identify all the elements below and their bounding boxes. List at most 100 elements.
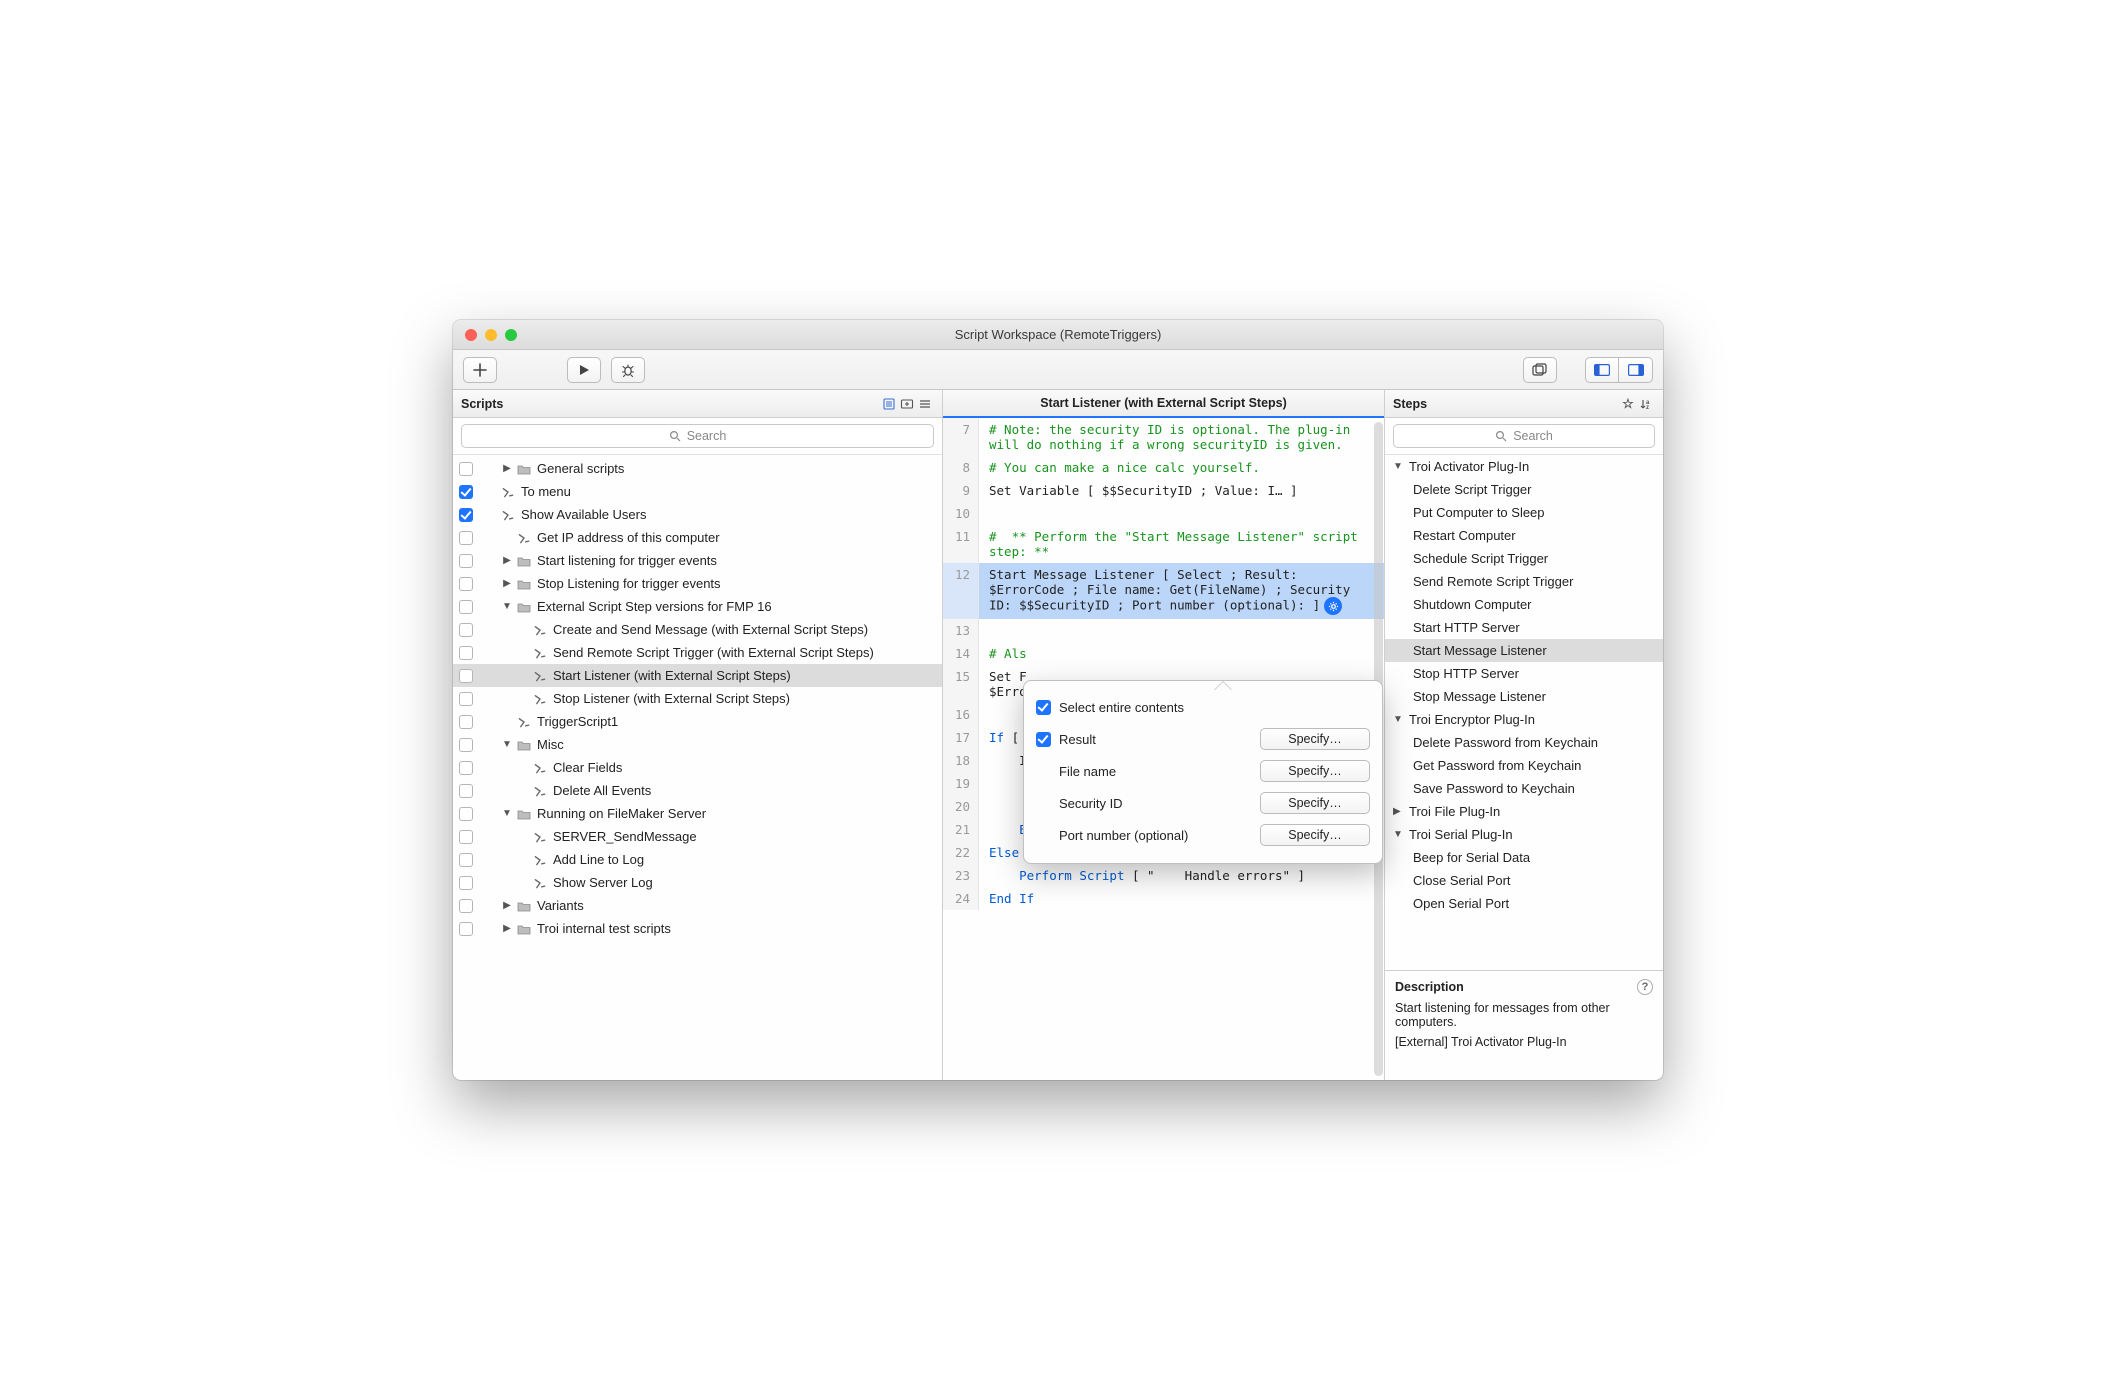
folder-row[interactable]: ▼Misc: [453, 733, 942, 756]
code-line[interactable]: 9Set Variable [ $$SecurityID ; Value: I……: [943, 479, 1384, 502]
include-checkbox[interactable]: [459, 531, 473, 545]
step-group[interactable]: ▶Troi File Plug-In: [1385, 800, 1663, 823]
steps-search-input[interactable]: Search: [1393, 424, 1655, 448]
new-folder-icon[interactable]: [898, 395, 916, 413]
disclosure-icon[interactable]: ▶: [501, 463, 513, 474]
windows-button[interactable]: [1523, 357, 1557, 383]
script-row[interactable]: SERVER_SendMessage: [453, 825, 942, 848]
include-checkbox[interactable]: [459, 669, 473, 683]
step-item[interactable]: Stop Message Listener: [1385, 685, 1663, 708]
favorite-icon[interactable]: ☆: [1619, 395, 1637, 413]
folder-row[interactable]: ▶Variants: [453, 894, 942, 917]
step-item[interactable]: Delete Script Trigger: [1385, 478, 1663, 501]
gear-icon[interactable]: [1324, 597, 1342, 615]
debug-button[interactable]: [611, 357, 645, 383]
close-icon[interactable]: [465, 329, 477, 341]
script-row[interactable]: Delete All Events: [453, 779, 942, 802]
minimize-icon[interactable]: [485, 329, 497, 341]
script-row[interactable]: Show Available Users: [453, 503, 942, 526]
script-row[interactable]: Clear Fields: [453, 756, 942, 779]
include-checkbox[interactable]: [459, 876, 473, 890]
specify-button[interactable]: Specify…: [1260, 792, 1370, 814]
step-item[interactable]: Get Password from Keychain: [1385, 754, 1663, 777]
code-line[interactable]: 23 Perform Script [ " Handle errors" ]: [943, 864, 1384, 887]
list-options-icon[interactable]: [916, 395, 934, 413]
scripts-menu-icon[interactable]: [880, 395, 898, 413]
include-checkbox[interactable]: [459, 577, 473, 591]
include-checkbox[interactable]: [459, 554, 473, 568]
step-group[interactable]: ▼Troi Serial Plug-In: [1385, 823, 1663, 846]
step-item[interactable]: Send Remote Script Trigger: [1385, 570, 1663, 593]
include-checkbox[interactable]: [459, 784, 473, 798]
include-checkbox[interactable]: [459, 830, 473, 844]
left-pane-toggle[interactable]: [1585, 357, 1619, 383]
step-item[interactable]: Start Message Listener: [1385, 639, 1663, 662]
step-item[interactable]: Open Serial Port: [1385, 892, 1663, 915]
include-checkbox[interactable]: [459, 807, 473, 821]
run-button[interactable]: [567, 357, 601, 383]
step-item[interactable]: Delete Password from Keychain: [1385, 731, 1663, 754]
scripts-tree[interactable]: ▶General scriptsTo menuShow Available Us…: [453, 455, 942, 1080]
script-row[interactable]: TriggerScript1: [453, 710, 942, 733]
include-checkbox[interactable]: [459, 761, 473, 775]
include-checkbox[interactable]: [459, 715, 473, 729]
specify-button[interactable]: Specify…: [1260, 728, 1370, 750]
step-group[interactable]: ▼Troi Encryptor Plug-In: [1385, 708, 1663, 731]
disclosure-icon[interactable]: ▶: [501, 555, 513, 566]
script-row[interactable]: Get IP address of this computer: [453, 526, 942, 549]
step-item[interactable]: Restart Computer: [1385, 524, 1663, 547]
include-checkbox[interactable]: [459, 646, 473, 660]
new-script-button[interactable]: [463, 357, 497, 383]
folder-row[interactable]: ▼External Script Step versions for FMP 1…: [453, 595, 942, 618]
disclosure-icon[interactable]: ▶: [501, 578, 513, 589]
disclosure-icon[interactable]: ▼: [501, 739, 513, 750]
include-checkbox[interactable]: [459, 600, 473, 614]
include-checkbox[interactable]: [459, 853, 473, 867]
specify-button[interactable]: Specify…: [1260, 760, 1370, 782]
step-item[interactable]: Schedule Script Trigger: [1385, 547, 1663, 570]
scripts-search-input[interactable]: Search: [461, 424, 934, 448]
script-row[interactable]: Start Listener (with External Script Ste…: [453, 664, 942, 687]
script-row[interactable]: Add Line to Log: [453, 848, 942, 871]
code-line[interactable]: 14# Als: [943, 642, 1384, 665]
code-line[interactable]: 7# Note: the security ID is optional. Th…: [943, 418, 1384, 456]
folder-row[interactable]: ▶Start listening for trigger events: [453, 549, 942, 572]
include-checkbox[interactable]: [459, 738, 473, 752]
disclosure-icon[interactable]: ▼: [501, 601, 513, 612]
include-checkbox[interactable]: [459, 623, 473, 637]
code-line[interactable]: 12Start Message Listener [ Select ; Resu…: [943, 563, 1384, 619]
code-line[interactable]: 13: [943, 619, 1384, 642]
specify-button[interactable]: Specify…: [1260, 824, 1370, 846]
code-line[interactable]: 11# ** Perform the "Start Message Listen…: [943, 525, 1384, 563]
script-row[interactable]: Stop Listener (with External Script Step…: [453, 687, 942, 710]
editor-tab[interactable]: Start Listener (with External Script Ste…: [943, 390, 1384, 418]
disclosure-icon[interactable]: ▶: [501, 900, 513, 911]
sort-icon[interactable]: az: [1637, 395, 1655, 413]
disclosure-icon[interactable]: ▼: [1393, 461, 1405, 472]
code-line[interactable]: 8# You can make a nice calc yourself.: [943, 456, 1384, 479]
step-item[interactable]: Beep for Serial Data: [1385, 846, 1663, 869]
code-line[interactable]: 24End If: [943, 887, 1384, 910]
help-icon[interactable]: ?: [1637, 979, 1653, 995]
folder-row[interactable]: ▶Stop Listening for trigger events: [453, 572, 942, 595]
script-row[interactable]: Send Remote Script Trigger (with Externa…: [453, 641, 942, 664]
disclosure-icon[interactable]: ▶: [501, 923, 513, 934]
include-checkbox[interactable]: [459, 692, 473, 706]
disclosure-icon[interactable]: ▼: [501, 808, 513, 819]
include-checkbox[interactable]: [459, 485, 473, 499]
folder-row[interactable]: ▼Running on FileMaker Server: [453, 802, 942, 825]
folder-row[interactable]: ▶General scripts: [453, 457, 942, 480]
zoom-icon[interactable]: [505, 329, 517, 341]
step-item[interactable]: Put Computer to Sleep: [1385, 501, 1663, 524]
step-group[interactable]: ▼Troi Activator Plug-In: [1385, 455, 1663, 478]
option-checkbox[interactable]: [1036, 700, 1051, 715]
step-item[interactable]: Close Serial Port: [1385, 869, 1663, 892]
include-checkbox[interactable]: [459, 508, 473, 522]
disclosure-icon[interactable]: ▼: [1393, 714, 1405, 725]
step-item[interactable]: Shutdown Computer: [1385, 593, 1663, 616]
disclosure-icon[interactable]: ▼: [1393, 829, 1405, 840]
steps-tree[interactable]: ▼Troi Activator Plug-InDelete Script Tri…: [1385, 455, 1663, 970]
folder-row[interactable]: ▶Troi internal test scripts: [453, 917, 942, 940]
disclosure-icon[interactable]: ▶: [1393, 806, 1405, 817]
include-checkbox[interactable]: [459, 922, 473, 936]
